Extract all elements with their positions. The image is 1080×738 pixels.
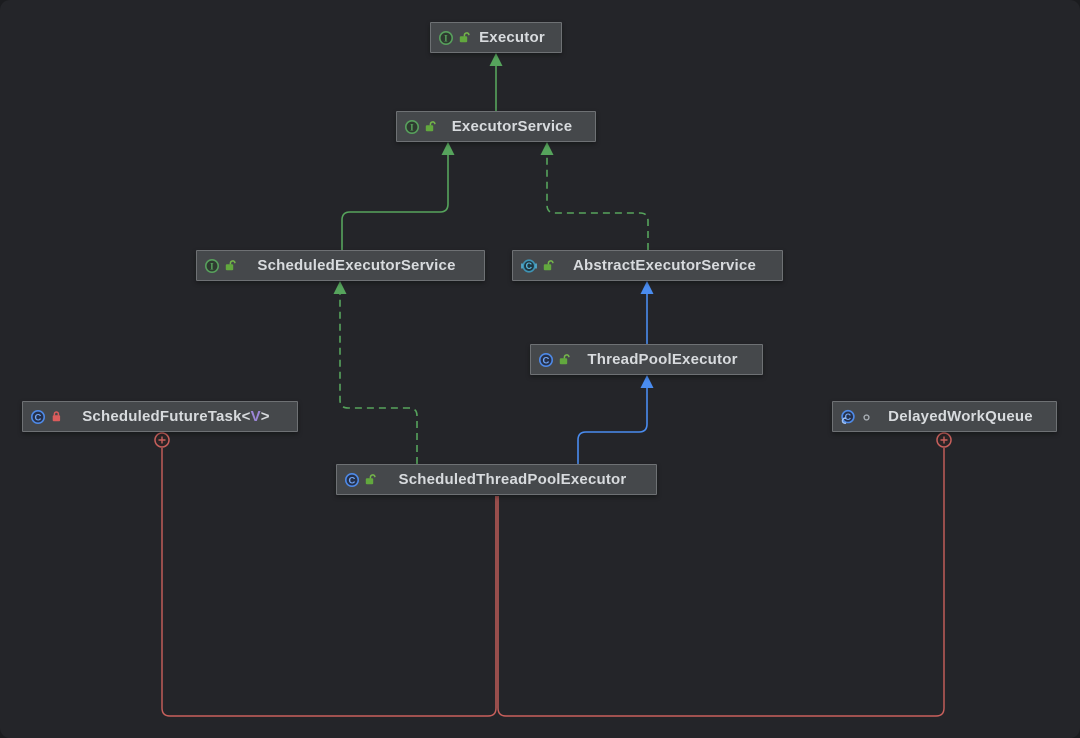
svg-text:I: I	[210, 262, 214, 272]
class-name-label: ExecutorService	[439, 118, 585, 135]
class-name-label: ScheduledFutureTask<V>	[65, 408, 287, 425]
node-scheduled-thread-pool-executor[interactable]: C ScheduledThreadPoolExecutor	[336, 464, 657, 495]
public-visibility-icon	[364, 473, 377, 486]
label-text: ScheduledExecutorService	[257, 257, 455, 274]
node-scheduled-future-task[interactable]: C ScheduledFutureTask<V>	[22, 401, 298, 432]
class-name-label: Executor	[473, 29, 551, 46]
label-text: DelayedWorkQueue	[888, 408, 1033, 425]
interface-icon: I	[404, 119, 420, 135]
uml-diagram-canvas: I Executor I ExecutorService I Scheduled…	[0, 0, 1080, 738]
public-visibility-icon	[424, 120, 437, 133]
nodes-layer: I Executor I ExecutorService I Scheduled…	[0, 0, 1080, 738]
class-name-label: ThreadPoolExecutor	[573, 351, 752, 368]
public-visibility-icon	[542, 259, 555, 272]
interface-icon: I	[204, 258, 220, 274]
class-name-label: ScheduledExecutorService	[239, 257, 474, 274]
package-visibility-icon	[860, 410, 873, 423]
public-visibility-icon	[458, 31, 471, 44]
node-scheduled-executor-service[interactable]: I ScheduledExecutorService	[196, 250, 485, 281]
node-abstract-executor-service[interactable]: C AbstractExecutorService	[512, 250, 783, 281]
class-name-label: AbstractExecutorService	[557, 257, 772, 274]
svg-text:C: C	[542, 355, 549, 366]
node-executor-service[interactable]: I ExecutorService	[396, 111, 596, 142]
public-visibility-icon	[558, 353, 571, 366]
label-text: AbstractExecutorService	[573, 257, 756, 274]
label-text: ScheduledFutureTask<	[82, 408, 250, 425]
label-text: ExecutorService	[452, 118, 573, 135]
class-icon: C	[538, 352, 554, 368]
static-class-icon: C	[840, 409, 856, 425]
node-delayed-work-queue[interactable]: C DelayedWorkQueue	[832, 401, 1057, 432]
class-name-label: ScheduledThreadPoolExecutor	[379, 471, 646, 488]
node-executor[interactable]: I Executor	[430, 22, 562, 53]
svg-text:C: C	[845, 411, 852, 421]
svg-text:I: I	[410, 123, 414, 133]
interface-icon: I	[438, 30, 454, 46]
abstract-class-icon: C	[520, 258, 538, 274]
private-visibility-icon	[50, 410, 63, 423]
svg-text:C: C	[526, 261, 533, 271]
label-text: ThreadPoolExecutor	[587, 351, 737, 368]
svg-text:C: C	[34, 412, 41, 423]
label-text: Executor	[479, 29, 545, 46]
class-name-label: DelayedWorkQueue	[875, 408, 1046, 425]
label-text: >	[261, 408, 270, 425]
label-text: ScheduledThreadPoolExecutor	[399, 471, 627, 488]
class-icon: C	[30, 409, 46, 425]
node-thread-pool-executor[interactable]: C ThreadPoolExecutor	[530, 344, 763, 375]
class-icon: C	[344, 472, 360, 488]
public-visibility-icon	[224, 259, 237, 272]
svg-text:I: I	[444, 34, 448, 44]
svg-text:C: C	[348, 475, 355, 486]
generic-type-parameter: V	[251, 408, 261, 425]
